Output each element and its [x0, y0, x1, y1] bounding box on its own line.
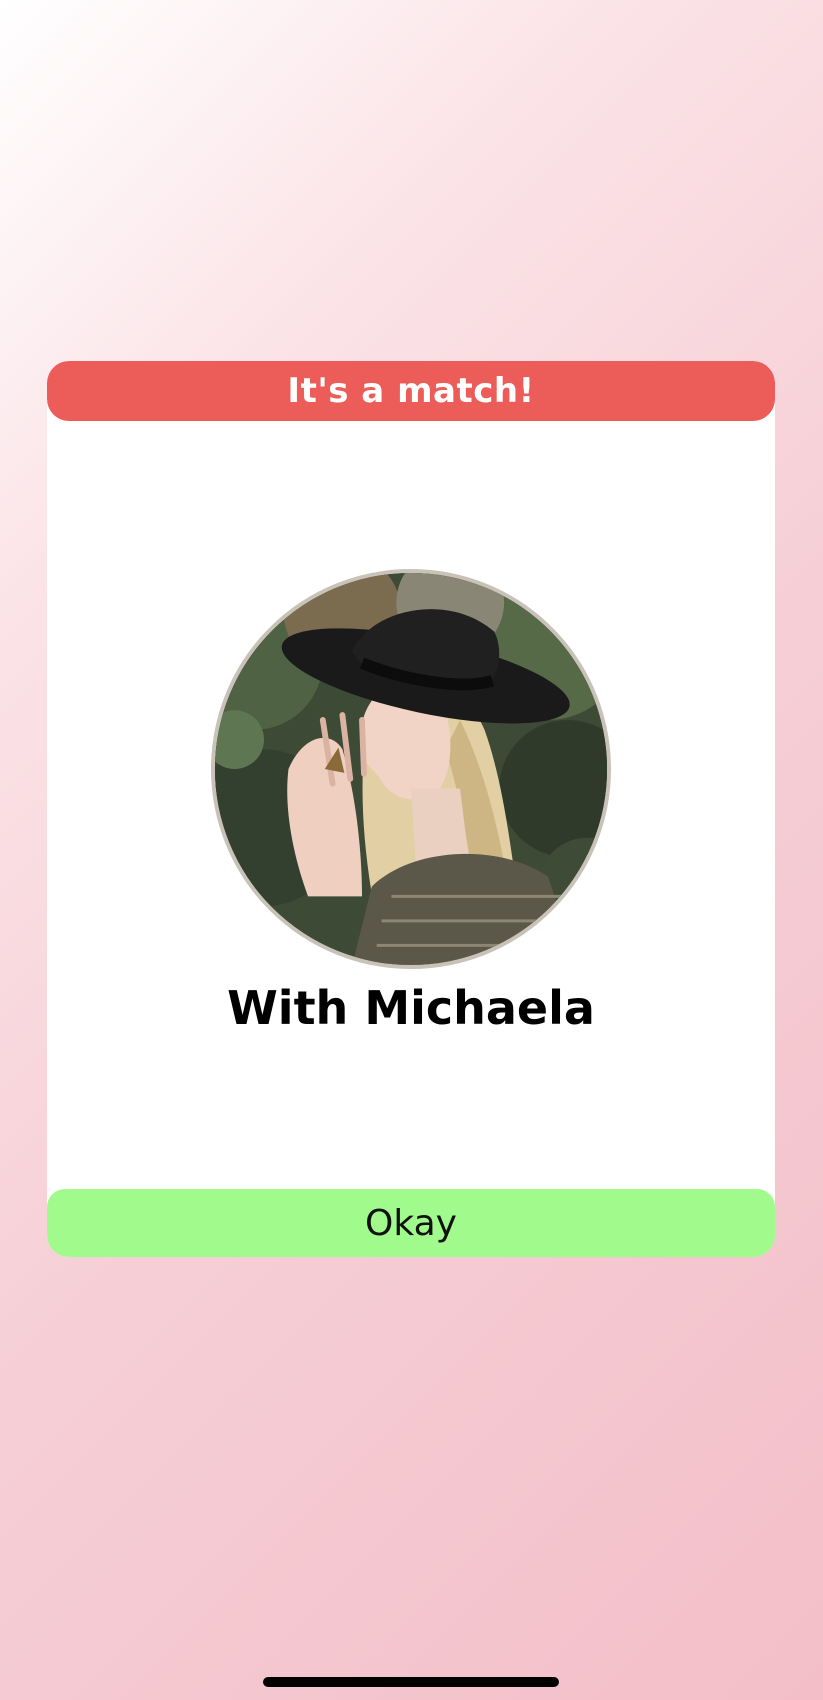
match-name: With Michaela [227, 981, 595, 1035]
profile-photo-icon [215, 573, 607, 965]
okay-button[interactable]: Okay [47, 1189, 775, 1257]
avatar [211, 569, 611, 969]
match-header: It's a match! [47, 361, 775, 421]
match-title: It's a match! [287, 371, 535, 411]
home-indicator[interactable] [263, 1677, 559, 1687]
match-dialog: It's a match! With Michaela Okay [47, 361, 775, 1257]
